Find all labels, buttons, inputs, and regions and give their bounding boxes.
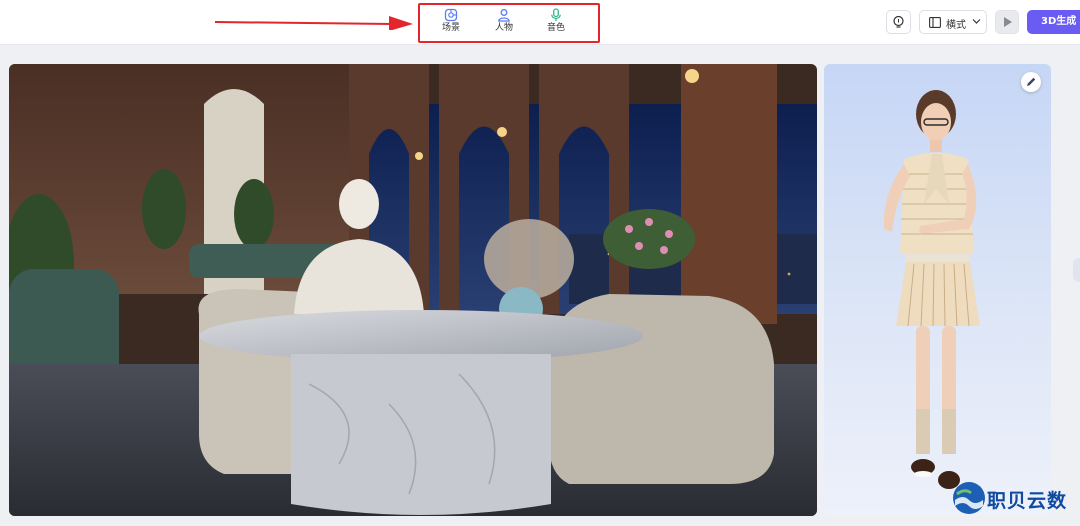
side-panel-handle[interactable] [1073,258,1080,282]
chevron-down-icon [972,19,981,24]
edit-character-button[interactable] [1021,72,1041,92]
bulb-icon [893,15,904,28]
character-preview[interactable] [824,64,1051,516]
generate-3d-button[interactable]: 3D生成 [1027,10,1080,34]
pencil-icon [1027,77,1036,86]
play-button[interactable] [995,10,1019,34]
watermark-logo [953,482,985,514]
orientation-select[interactable]: 横式 [919,10,987,34]
voice-tab-label: 音色 [546,23,565,33]
scene-icon [444,8,458,22]
voice-tab[interactable]: 音色 [536,6,576,40]
layout-icon [929,17,941,28]
watermark-text: 职贝云数 [987,490,1068,512]
watermark: 职贝云数 [951,480,1079,520]
play-icon [1004,17,1012,27]
microphone-icon [551,8,561,21]
scene-tab[interactable]: 场景 [431,6,471,40]
orientation-label: 横式 [946,20,966,31]
scene-render-image [9,64,817,516]
person-tab[interactable]: 人物 [484,6,524,40]
top-toolbar: 场景 人物 音色 横式 3D生成 [0,0,1080,45]
person-tab-label: 人物 [494,23,513,33]
annotation-arrow [215,16,413,30]
character-render-image [883,90,980,489]
person-icon [498,9,510,22]
scene-tab-label: 场景 [441,23,460,33]
scene-preview[interactable] [9,64,817,516]
bulb-button[interactable] [886,10,911,34]
